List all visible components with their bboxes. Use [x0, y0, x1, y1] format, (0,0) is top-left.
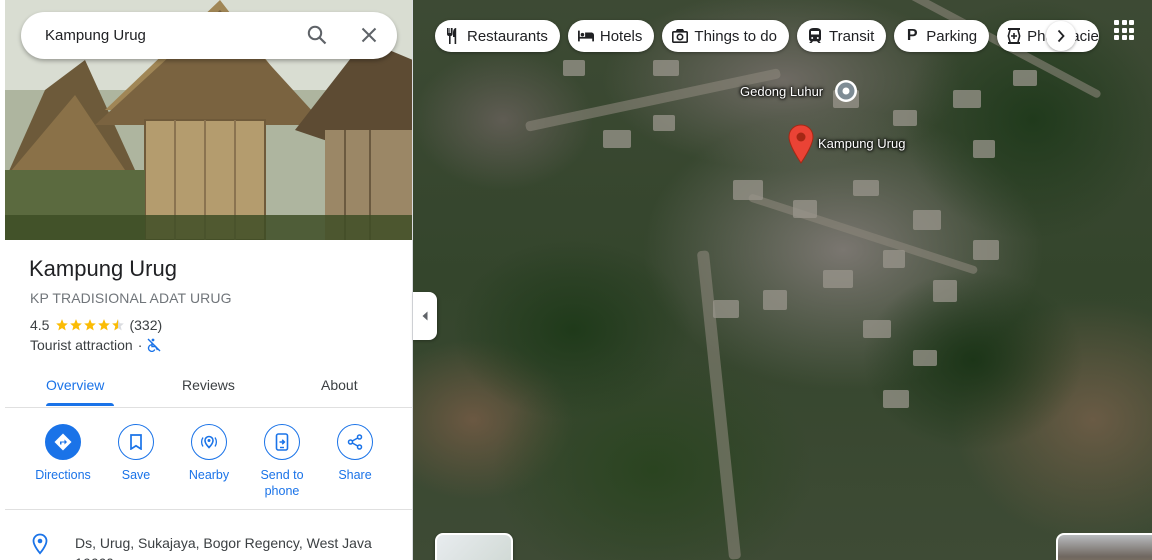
- category-chips: Restaurants Hotels Things to do Transit …: [435, 20, 1100, 52]
- share-label: Share: [338, 468, 372, 482]
- share-button[interactable]: Share: [319, 424, 391, 483]
- map-label-gedong-luhur[interactable]: Gedong Luhur: [740, 84, 823, 99]
- tab-reviews[interactable]: Reviews: [182, 377, 235, 393]
- chip-parking[interactable]: P Parking: [894, 20, 990, 52]
- chip-label: Things to do: [694, 27, 777, 45]
- train-icon: [807, 28, 823, 44]
- chips-scroll-right-button[interactable]: [1046, 21, 1076, 51]
- camera-icon: [672, 28, 689, 44]
- send-to-phone-label: Send to phone: [260, 468, 304, 498]
- map-road: [696, 250, 742, 560]
- collapse-panel-button[interactable]: [413, 292, 437, 340]
- map-roof: [733, 180, 763, 200]
- review-count-link[interactable]: (332): [129, 317, 162, 333]
- section-divider: [5, 509, 412, 510]
- directions-icon: [45, 424, 81, 460]
- separator-dot: ·: [137, 337, 143, 353]
- map-roof: [893, 110, 917, 126]
- star-icon: [56, 319, 69, 331]
- address-text: Ds, Urug, Sukajaya, Bogor Regency, West …: [75, 535, 372, 560]
- send-to-phone-button[interactable]: Send to phone: [246, 424, 318, 499]
- chevron-right-icon: [1057, 29, 1065, 43]
- place-panel: Kampung Urug KP TRADISIONAL ADAT URUG 4.…: [0, 0, 413, 560]
- nearby-icon: [191, 424, 227, 460]
- star-icon: [70, 319, 83, 331]
- bed-icon: [577, 28, 594, 44]
- search-button[interactable]: [305, 23, 329, 47]
- star-icon: [98, 319, 111, 331]
- nearby-button[interactable]: Nearby: [173, 424, 245, 483]
- apps-grid-icon[interactable]: [1114, 20, 1134, 40]
- layers-toggle-button[interactable]: [435, 533, 513, 560]
- map-label-kampung-urug[interactable]: Kampung Urug: [818, 136, 905, 151]
- place-tabs: Overview Reviews About: [5, 370, 412, 408]
- category-row: Tourist attraction ·: [30, 337, 161, 353]
- place-title: Kampung Urug: [29, 256, 177, 281]
- place-category[interactable]: Tourist attraction: [30, 337, 133, 353]
- chip-restaurants[interactable]: Restaurants: [435, 20, 560, 52]
- map-roof: [653, 115, 675, 131]
- map-roof: [603, 130, 631, 148]
- street-view-thumbnail[interactable]: [1056, 533, 1152, 560]
- map-roof: [713, 300, 739, 318]
- location-icon: [32, 533, 48, 555]
- chip-label: Restaurants: [467, 27, 548, 45]
- chip-label: Hotels: [599, 27, 643, 45]
- phone-send-icon: [264, 424, 300, 460]
- parking-icon: P: [906, 27, 918, 44]
- map-roof: [883, 250, 905, 268]
- map-roof: [653, 60, 679, 76]
- active-tab-indicator: [46, 403, 114, 406]
- star-icon: [84, 319, 97, 331]
- map-roof: [883, 390, 909, 408]
- map-roof: [853, 180, 879, 196]
- chip-hotels[interactable]: Hotels: [567, 20, 655, 52]
- map-roof: [933, 280, 957, 302]
- map-roof: [563, 60, 585, 76]
- tab-about[interactable]: About: [321, 377, 358, 393]
- half-star-icon: [112, 319, 125, 331]
- clear-search-button[interactable]: [357, 23, 381, 47]
- map-roof: [973, 240, 999, 260]
- chip-label: Parking: [926, 27, 978, 45]
- directions-button[interactable]: Directions: [27, 424, 99, 483]
- place-subtitle: KP TRADISIONAL ADAT URUG: [30, 290, 232, 306]
- map-roof: [763, 290, 787, 310]
- location-pin-icon[interactable]: [787, 124, 815, 164]
- search-box[interactable]: [21, 12, 397, 59]
- rating-value: 4.5: [30, 317, 50, 333]
- bookmark-icon: [118, 424, 154, 460]
- chip-transit[interactable]: Transit: [796, 20, 887, 52]
- pharmacy-icon: [1007, 28, 1021, 44]
- action-buttons: Directions Save Nearby Send to phone Sha…: [5, 424, 412, 508]
- map-roof: [1013, 70, 1037, 86]
- rating-stars: [55, 318, 125, 332]
- map-roof: [793, 200, 817, 218]
- tab-overview[interactable]: Overview: [46, 377, 104, 393]
- rating-row: 4.5 (332): [30, 317, 162, 333]
- save-button[interactable]: Save: [100, 424, 172, 483]
- directions-label: Directions: [35, 468, 91, 482]
- map-roof: [823, 270, 853, 288]
- fork-knife-icon: [445, 28, 461, 44]
- map-roof: [913, 350, 937, 366]
- caret-left-icon: [422, 311, 428, 321]
- search-icon: [307, 25, 327, 45]
- close-icon: [361, 27, 377, 43]
- poi-pin-icon[interactable]: [834, 79, 858, 103]
- nearby-label: Nearby: [188, 468, 230, 482]
- wheelchair-inaccessible-icon[interactable]: [147, 338, 161, 352]
- address-row[interactable]: Ds, Urug, Sukajaya, Bogor Regency, West …: [30, 533, 395, 560]
- search-input[interactable]: [45, 27, 295, 44]
- map-roof: [953, 90, 981, 108]
- map-road: [747, 193, 979, 275]
- share-icon: [337, 424, 373, 460]
- chip-things-to-do[interactable]: Things to do: [662, 20, 789, 52]
- chip-label: Transit: [828, 27, 875, 45]
- map-roof: [863, 320, 891, 338]
- map-roof: [973, 140, 995, 158]
- map-roof: [913, 210, 941, 230]
- save-label: Save: [121, 468, 151, 482]
